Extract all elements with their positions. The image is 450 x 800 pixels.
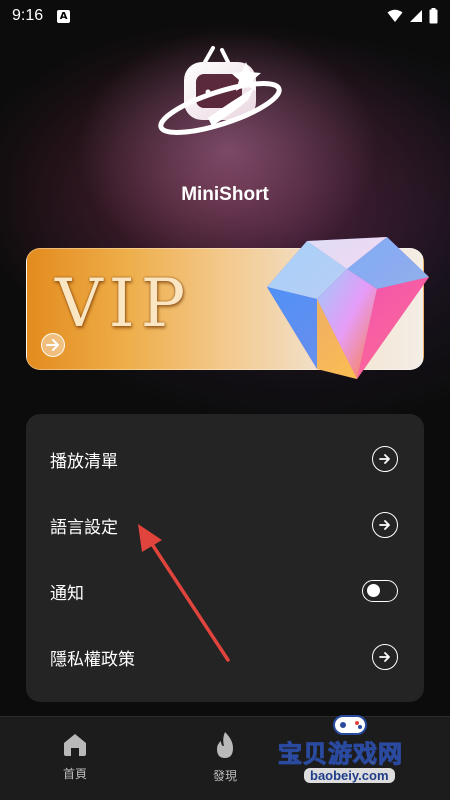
arrow-right-icon[interactable] — [372, 644, 398, 670]
notification-icon: A — [57, 9, 71, 23]
settings-menu: 播放清單 語言設定 通知 隱私權政策 — [26, 414, 424, 702]
status-bar: 9:16 A — [0, 0, 450, 32]
status-time: 9:16 — [12, 7, 44, 24]
status-icons — [387, 8, 438, 24]
app-logo-icon — [158, 46, 282, 135]
battery-icon — [429, 8, 438, 24]
menu-item-label: 隱私權政策 — [50, 649, 135, 670]
vip-arrow-icon[interactable] — [41, 333, 65, 357]
nav-discover[interactable]: 發現 — [195, 731, 255, 784]
nav-home-label: 首頁 — [62, 767, 87, 781]
flame-icon — [217, 732, 233, 758]
arrow-right-icon[interactable] — [372, 512, 398, 538]
nav-home[interactable]: 首頁 — [45, 731, 105, 782]
menu-item-label: 播放清單 — [50, 451, 118, 472]
signal-icon — [410, 10, 422, 22]
arrow-right-icon[interactable] — [372, 446, 398, 472]
vip-label: VIP — [55, 265, 192, 342]
wifi-icon — [387, 9, 403, 22]
watermark-url: baobeiy.com — [304, 768, 395, 783]
menu-item-notifications[interactable]: 通知 — [26, 558, 424, 624]
app-name: MiniShort — [181, 184, 269, 205]
menu-item-playlist[interactable]: 播放清單 — [26, 426, 424, 492]
watermark-text: 宝贝游戏网 — [278, 740, 403, 769]
vip-banner[interactable]: VIP — [26, 237, 429, 379]
diamond-icon — [267, 237, 429, 379]
menu-item-privacy-policy[interactable]: 隱私權政策 — [26, 624, 424, 690]
menu-item-label: 語言設定 — [50, 517, 118, 538]
home-icon — [64, 734, 86, 756]
nav-discover-label: 發現 — [212, 769, 237, 783]
notification-toggle[interactable] — [362, 580, 398, 602]
toggle-knob — [367, 584, 380, 597]
menu-item-language[interactable]: 語言設定 — [26, 492, 424, 558]
watermark: 宝贝游戏网 baobeiy.com — [272, 712, 450, 800]
menu-item-label: 通知 — [50, 583, 84, 604]
